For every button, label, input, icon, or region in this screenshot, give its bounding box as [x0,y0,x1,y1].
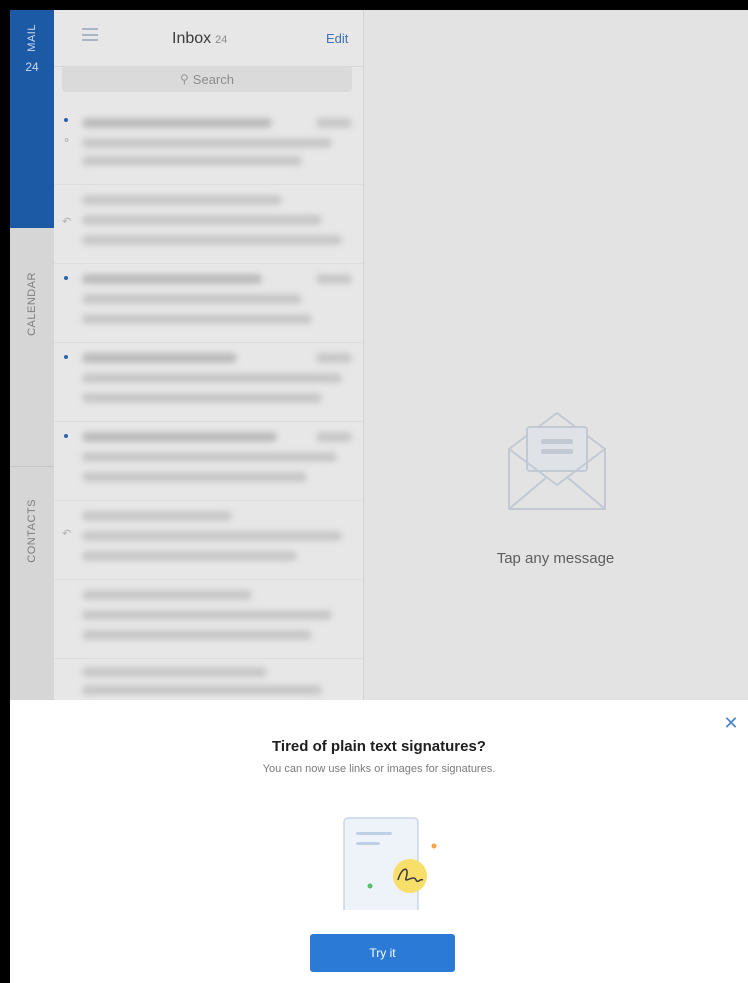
hamburger-menu-icon[interactable] [82,28,98,41]
list-item[interactable] [54,343,363,422]
list-item[interactable] [54,580,363,659]
rail-contacts-label: CONTACTS [26,499,38,563]
list-item[interactable]: ⚬ [54,106,363,185]
list-item[interactable] [54,659,363,700]
signature-illustration-icon [343,817,437,910]
list-header: Inbox 24 Edit [54,10,363,67]
try-it-button[interactable]: Try it [310,934,455,972]
feature-promo-sheet: ✕ Tired of plain text signatures? You ca… [10,700,748,983]
unread-dot [64,118,68,122]
unread-dot [64,355,68,359]
unread-dot [64,434,68,438]
sheet-title: Tired of plain text signatures? [272,738,486,755]
unread-dot [64,276,68,280]
rail-mail-count: 24 [25,59,39,74]
rail-tab-calendar[interactable]: CALENDAR [10,228,54,467]
search-icon: ⚲ [180,72,189,86]
list-item[interactable]: ↶ [54,501,363,580]
rail-tab-mail[interactable]: MAIL 24 [10,10,54,228]
sheet-subtitle: You can now use links or images for sign… [262,763,496,775]
edit-button[interactable]: Edit [326,31,348,46]
inbox-title-text: Inbox [172,30,212,47]
inbox-count: 24 [215,34,228,46]
rail-tab-contacts[interactable]: CONTACTS [10,467,54,700]
list-item[interactable] [54,264,363,343]
reply-icon: ↶ [62,528,72,540]
reply-icon: ↶ [62,216,72,228]
reading-pane: Tap any message [363,10,748,700]
envelope-icon [508,411,606,510]
close-icon[interactable]: ✕ [722,714,740,732]
rail-calendar-label: CALENDAR [26,272,38,336]
nav-rail: MAIL 24 CALENDAR CONTACTS [10,10,54,700]
search-input[interactable]: ⚲ Search [62,66,352,92]
rail-mail-label: MAIL [26,24,38,52]
app-screen: MAIL 24 CALENDAR CONTACTS Inbox 24 Edit ⚲… [10,10,748,983]
flag-icon: ⚬ [62,135,72,147]
search-placeholder: Search [192,71,234,87]
message-list-pane: Inbox 24 Edit ⚲ Search ⚬ ↶ ↶ [54,10,364,700]
empty-state-text: Tap any message [496,550,615,567]
list-item[interactable] [54,422,363,501]
inbox-title: Inbox 24 [172,30,227,48]
list-item[interactable]: ↶ [54,185,363,264]
